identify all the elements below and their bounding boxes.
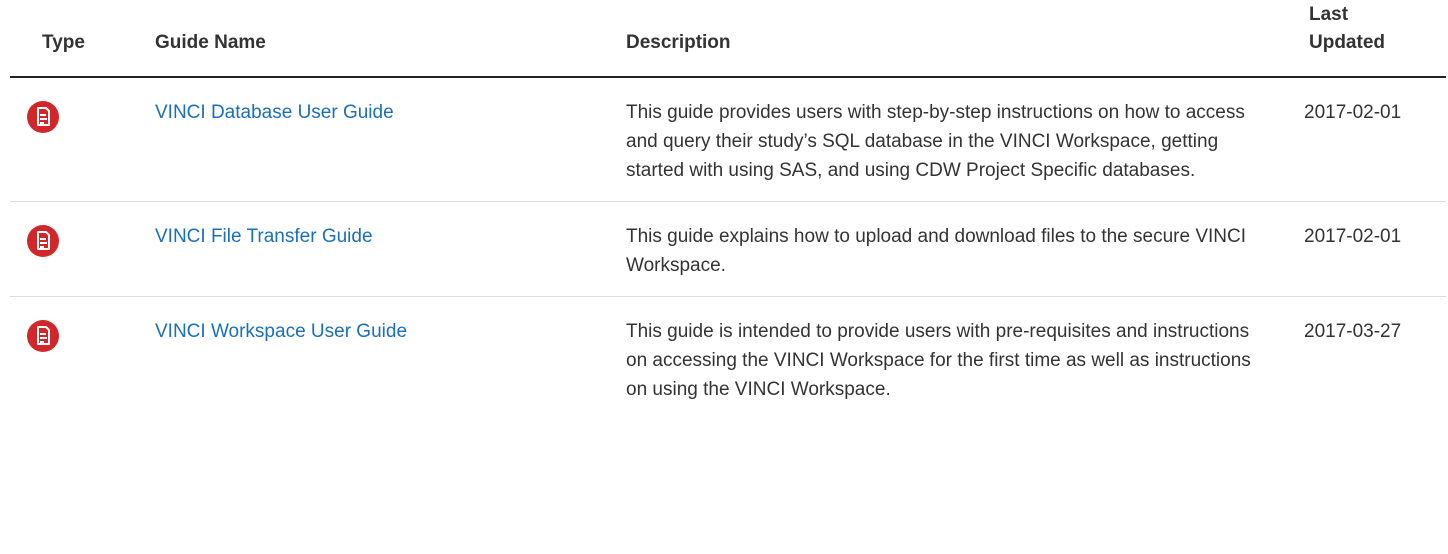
table-row: VINCI File Transfer Guide This guide exp…	[10, 201, 1446, 297]
column-header-type: Type	[10, 0, 155, 78]
table-body: VINCI Database User Guide This guide pro…	[10, 77, 1446, 420]
guide-name-cell: VINCI Workspace User Guide	[155, 297, 626, 421]
table-row: VINCI Database User Guide This guide pro…	[10, 77, 1446, 202]
pdf-file-icon[interactable]	[27, 320, 59, 352]
type-cell	[10, 297, 155, 421]
guide-link-vinci-database-user-guide[interactable]: VINCI Database User Guide	[155, 102, 394, 123]
column-header-guide-name: Guide Name	[155, 0, 626, 78]
description-cell: This guide provides users with step-by-s…	[626, 77, 1299, 202]
guide-name-cell: VINCI Database User Guide	[155, 77, 626, 202]
pdf-file-icon[interactable]	[27, 225, 59, 257]
header-row: Type Guide Name Description Last Updated	[10, 0, 1446, 78]
last-updated-cell: 2017-02-01	[1299, 77, 1446, 202]
table-row: VINCI Workspace User Guide This guide is…	[10, 297, 1446, 421]
description-cell: This guide is intended to provide users …	[626, 321, 1251, 400]
guide-name-cell: VINCI File Transfer Guide	[155, 201, 626, 297]
last-updated-line1: Last	[1309, 4, 1349, 25]
last-updated-cell: 2017-02-01	[1299, 201, 1446, 297]
guide-link-vinci-workspace-user-guide[interactable]: VINCI Workspace User Guide	[155, 321, 407, 342]
description-cell: This guide explains how to upload and do…	[626, 201, 1299, 297]
last-updated-line2: Updated	[1309, 32, 1385, 53]
guides-table: Type Guide Name Description Last Updated …	[10, 0, 1446, 420]
type-cell	[10, 77, 155, 202]
last-updated-cell: 2017-03-27	[1304, 321, 1402, 342]
type-cell	[10, 201, 155, 297]
table-header: Type Guide Name Description Last Updated	[10, 0, 1446, 78]
column-header-last-updated: Last Updated	[1299, 0, 1446, 78]
column-header-description: Description	[626, 0, 1299, 78]
guide-link-vinci-file-transfer-guide[interactable]: VINCI File Transfer Guide	[155, 226, 373, 247]
pdf-file-icon[interactable]	[27, 101, 59, 133]
